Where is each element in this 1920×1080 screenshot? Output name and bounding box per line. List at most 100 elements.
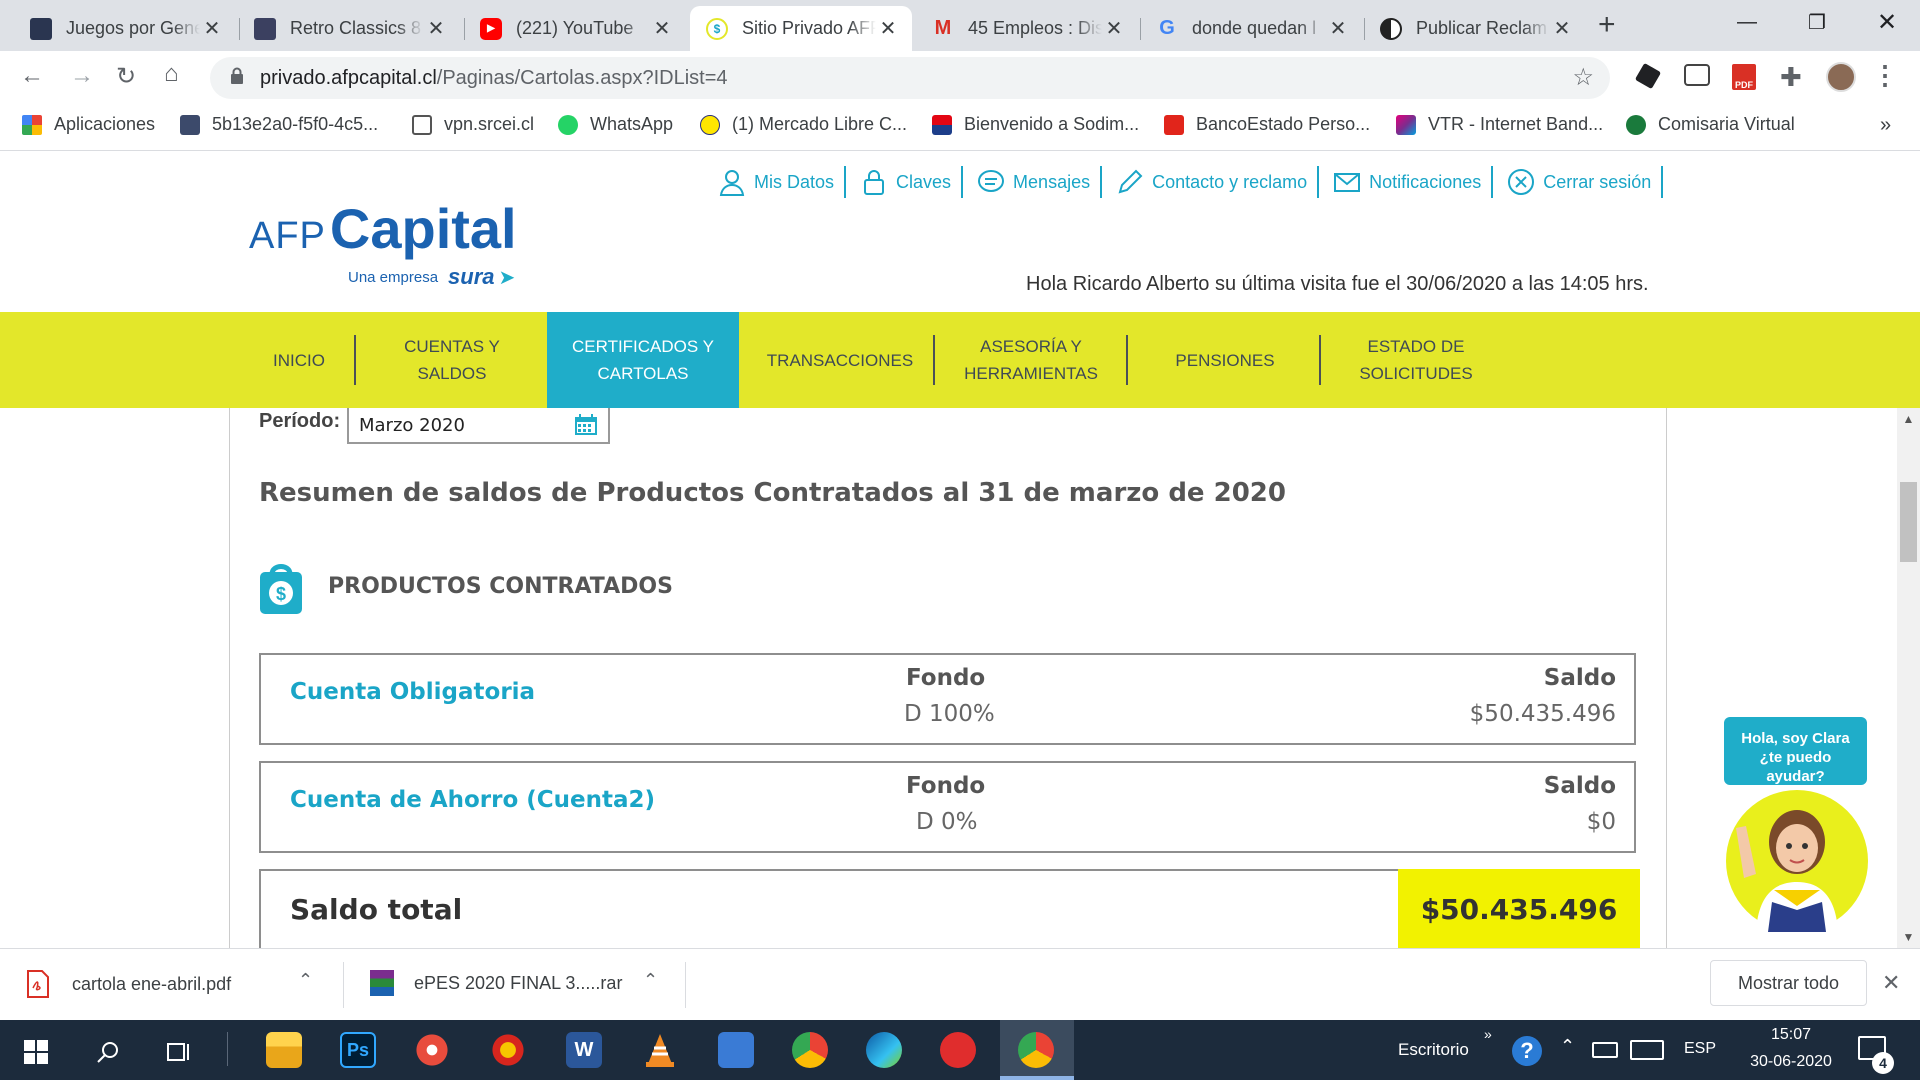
chrome-icon[interactable] <box>792 1032 828 1068</box>
product-card[interactable]: Cuenta de Ahorro (Cuenta2) Fondo D 0% Sa… <box>259 761 1636 853</box>
tab-retro-classics[interactable]: Retro Classics 8 ✕ <box>238 6 460 51</box>
bookmark-item[interactable]: vpn.srcei.cl <box>412 114 534 135</box>
battery-icon[interactable] <box>1592 1042 1618 1058</box>
download-item[interactable]: cartola ene-abril.pdf ⌃ <box>26 970 326 998</box>
search-icon[interactable] <box>96 1040 120 1064</box>
bookmark-comisaria[interactable]: Comisaria Virtual <box>1626 114 1795 135</box>
desktop-toolbar-label[interactable]: Escritorio <box>1398 1040 1469 1060</box>
menu-certificados-cartolas[interactable]: CERTIFICADOS Y CARTOLAS <box>547 312 739 408</box>
window-close-button[interactable]: ✕ <box>1852 0 1920 44</box>
app-icon[interactable] <box>940 1032 976 1068</box>
new-tab-button[interactable]: + <box>1598 8 1616 42</box>
help-icon[interactable]: ? <box>1512 1036 1542 1066</box>
scroll-down-icon[interactable]: ▼ <box>1897 930 1920 944</box>
download-item[interactable]: ePES 2020 FINAL 3.....rar ⌃ <box>370 970 670 996</box>
scroll-up-icon[interactable]: ▲ <box>1897 412 1920 426</box>
fondo-label: Fondo <box>906 773 986 799</box>
assistant-bubble[interactable]: Hola, soy Clara ¿te puedo ayudar? <box>1724 717 1867 785</box>
top-link-claves[interactable]: Claves <box>860 168 951 196</box>
close-icon[interactable]: ✕ <box>1550 16 1574 41</box>
extension-cards-icon[interactable] <box>1684 64 1710 86</box>
bookmark-item[interactable]: 5b13e2a0-f5f0-4c5... <box>180 114 378 135</box>
top-link-mis-datos[interactable]: Mis Datos <box>718 168 834 196</box>
close-download-bar-icon[interactable]: ✕ <box>1882 970 1900 996</box>
product-name[interactable]: Cuenta Obligatoria <box>290 679 535 705</box>
restore-button[interactable]: ❐ <box>1782 0 1852 44</box>
menu-inicio[interactable]: INICIO <box>254 312 344 408</box>
bookmark-aplicaciones[interactable]: Aplicaciones <box>22 114 155 135</box>
menu-kebab-icon[interactable]: ⋮ <box>1872 60 1898 91</box>
profile-avatar[interactable] <box>1826 62 1856 92</box>
close-icon[interactable]: ✕ <box>424 16 448 41</box>
bookmark-star-icon[interactable]: ☆ <box>1572 63 1594 92</box>
tab-gmail[interactable]: M 45 Empleos : Dis ✕ <box>916 6 1138 51</box>
clock-time[interactable]: 15:07 <box>1760 1026 1822 1044</box>
tab-google-search[interactable]: G donde quedan l ✕ <box>1140 6 1362 51</box>
pdf-extension-icon[interactable]: PDF <box>1732 64 1756 90</box>
keyboard-icon[interactable] <box>1630 1040 1664 1060</box>
product-card[interactable]: Cuenta Obligatoria Fondo D 100% Saldo $5… <box>259 653 1636 745</box>
tab-sitio-privado-afp[interactable]: $ Sitio Privado AFP ✕ <box>690 6 912 51</box>
sura-tagline: Una empresa sura ➤ <box>348 264 516 289</box>
afp-capital-logo[interactable]: AFP Capital <box>249 196 517 261</box>
puzzle-extensions-icon[interactable]: ✚ <box>1780 62 1802 93</box>
menu-transacciones[interactable]: TRANSACCIONES <box>760 312 920 408</box>
top-link-cerrar-sesion[interactable]: Cerrar sesión <box>1507 168 1651 196</box>
windows-start-icon[interactable] <box>24 1040 48 1064</box>
scrollbar-thumb[interactable] <box>1900 482 1917 562</box>
product-name[interactable]: Cuenta de Ahorro (Cuenta2) <box>290 787 655 813</box>
app-icon[interactable] <box>414 1032 450 1068</box>
close-icon[interactable]: ✕ <box>1102 16 1126 41</box>
tray-overflow-icon[interactable]: ⌃ <box>1560 1036 1575 1057</box>
minimize-button[interactable]: — <box>1712 0 1782 44</box>
remote-desktop-icon[interactable] <box>718 1032 754 1068</box>
show-all-downloads-button[interactable]: Mostrar todo <box>1710 960 1867 1006</box>
chevron-up-icon[interactable]: ⌃ <box>643 970 658 991</box>
clock-date[interactable]: 30-06-2020 <box>1740 1053 1842 1071</box>
language-indicator[interactable]: ESP <box>1684 1040 1716 1058</box>
assistant-avatar[interactable] <box>1726 790 1868 932</box>
menu-asesoria-herramientas[interactable]: ASESORÍA Y HERRAMIENTAS <box>955 312 1107 408</box>
tab-youtube[interactable]: ▶ (221) YouTube ✕ <box>464 6 686 51</box>
close-icon[interactable]: ✕ <box>876 16 900 41</box>
menu-cuentas-saldos[interactable]: CUENTAS Y SALDOS <box>386 312 518 408</box>
bookmark-mercadolibre[interactable]: (1) Mercado Libre C... <box>700 114 907 135</box>
tab-juegos[interactable]: Juegos por Gene ✕ <box>14 6 236 51</box>
task-view-icon[interactable] <box>166 1040 192 1064</box>
close-icon[interactable]: ✕ <box>200 16 224 41</box>
bookmark-sodimac[interactable]: Bienvenido a Sodim... <box>932 114 1139 135</box>
calendar-icon[interactable] <box>574 414 598 436</box>
gmail-icon: M <box>934 17 952 39</box>
home-icon[interactable]: ⌂ <box>164 60 179 88</box>
file-explorer-icon[interactable] <box>266 1032 302 1068</box>
summary-title: Resumen de saldos de Productos Contratad… <box>259 478 1286 508</box>
app-icon[interactable] <box>490 1032 526 1068</box>
back-arrow-icon[interactable]: ← <box>20 62 44 90</box>
forward-arrow-icon[interactable]: → <box>70 62 94 90</box>
period-select[interactable]: Marzo 2020 <box>347 408 610 444</box>
top-link-contacto[interactable]: Contacto y reclamo <box>1116 168 1307 196</box>
bookmark-vtr[interactable]: VTR - Internet Band... <box>1396 114 1603 135</box>
apps-grid-icon <box>22 114 42 135</box>
page-scrollbar[interactable]: ▲ ▼ <box>1897 408 1920 948</box>
chrome-active-icon[interactable] <box>1018 1032 1054 1068</box>
bookmarks-overflow[interactable]: » <box>1880 114 1891 137</box>
bookmark-whatsapp[interactable]: WhatsApp <box>558 114 673 135</box>
chevron-up-icon[interactable]: ⌃ <box>298 970 313 991</box>
vlc-icon[interactable] <box>642 1032 678 1068</box>
photoshop-icon[interactable]: Ps <box>340 1032 376 1068</box>
edge-icon[interactable] <box>866 1032 902 1068</box>
tab-publicar-reclamo[interactable]: Publicar Reclam ✕ <box>1364 6 1586 51</box>
address-bar[interactable]: privado.afpcapital.cl/Paginas/Cartolas.a… <box>210 57 1610 99</box>
toolbar-expand-icon[interactable]: » <box>1484 1026 1492 1042</box>
word-icon[interactable]: W <box>566 1032 602 1068</box>
top-link-mensajes[interactable]: Mensajes <box>977 168 1090 196</box>
close-icon[interactable]: ✕ <box>1326 16 1350 41</box>
close-icon[interactable]: ✕ <box>650 16 674 41</box>
bookmark-bancoestado[interactable]: BancoEstado Perso... <box>1164 114 1370 135</box>
saldo-label: Saldo <box>1543 665 1616 691</box>
menu-estado-solicitudes[interactable]: ESTADO DE SOLICITUDES <box>1340 312 1492 408</box>
reload-icon[interactable]: ↻ <box>116 62 136 91</box>
menu-pensiones[interactable]: PENSIONES <box>1150 312 1300 408</box>
top-link-notificaciones[interactable]: Notificaciones <box>1333 168 1481 196</box>
